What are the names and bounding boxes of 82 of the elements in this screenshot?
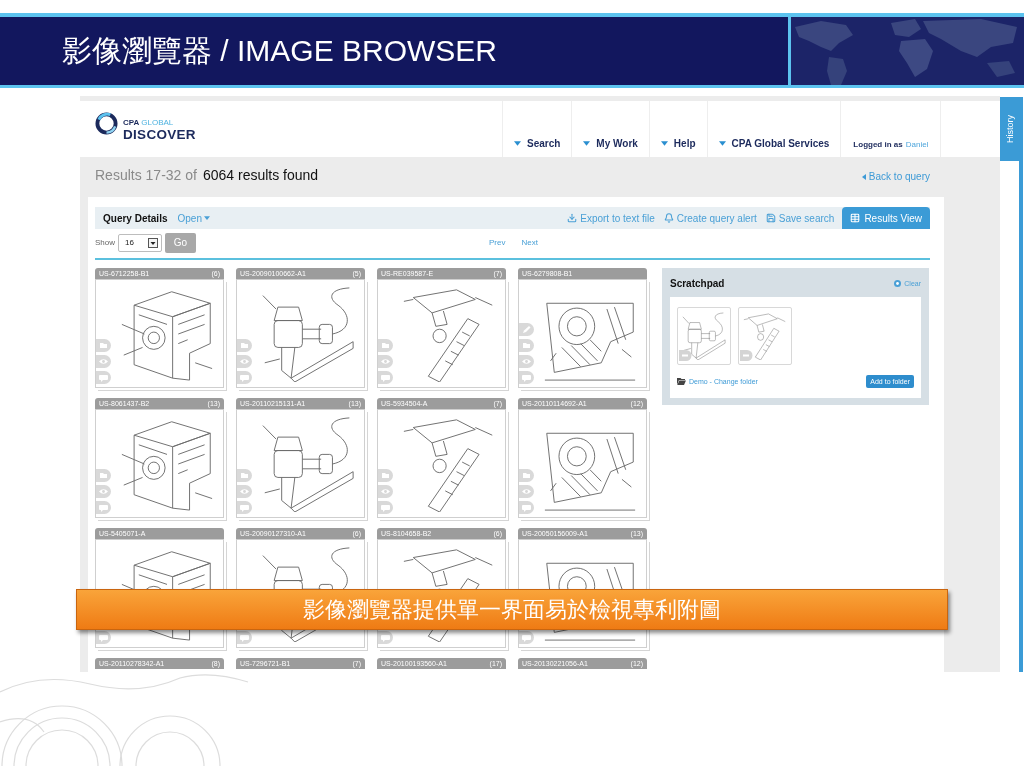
thumbnail-card[interactable] — [236, 279, 365, 388]
folder-icon[interactable] — [519, 469, 534, 482]
comment-icon[interactable] — [237, 631, 252, 644]
next-link[interactable]: Next — [521, 238, 538, 247]
open-toggle[interactable]: Open — [177, 212, 210, 224]
slide-title: 影像瀏覽器 / IMAGE BROWSER — [62, 32, 498, 69]
eye-icon[interactable] — [378, 485, 393, 498]
patent-drawing — [682, 312, 726, 360]
eye-icon[interactable] — [519, 355, 534, 368]
comment-icon[interactable] — [378, 501, 393, 514]
thumbnail-card[interactable] — [377, 409, 506, 518]
comment-icon[interactable] — [519, 371, 534, 384]
minus-icon[interactable] — [740, 350, 753, 361]
scratchpad-thumbnail[interactable] — [677, 307, 731, 365]
eye-icon[interactable] — [519, 485, 534, 498]
eye-icon[interactable] — [378, 355, 393, 368]
show-label: Show — [95, 238, 115, 247]
eye-icon[interactable] — [96, 485, 111, 498]
user-link[interactable]: Daniel — [905, 140, 929, 149]
results-range: Results 17-32 of — [95, 166, 197, 183]
comment-icon[interactable] — [237, 371, 252, 384]
query-action-link[interactable]: Save search — [765, 212, 835, 224]
back-link[interactable]: Back to query — [861, 167, 930, 182]
caret-icon — [718, 141, 726, 146]
nav-menu-item[interactable]: My Work — [571, 101, 649, 157]
comment-icon[interactable] — [96, 501, 111, 514]
nav-menu-item[interactable]: Search — [502, 101, 572, 157]
comment-icon[interactable] — [96, 371, 111, 384]
table-icon — [850, 213, 861, 223]
caption-banner: 影像瀏覽器提供單一界面易於檢視專利附圖 — [76, 589, 948, 630]
history-tab[interactable]: History — [1000, 97, 1019, 161]
folder-icon[interactable] — [519, 339, 534, 352]
comment-icon[interactable] — [519, 631, 534, 644]
minus-icon[interactable] — [679, 350, 692, 361]
thumbnail-card[interactable] — [377, 279, 506, 388]
bell-icon — [663, 213, 674, 223]
thumbnail-card[interactable] — [518, 409, 647, 518]
folder-icon[interactable] — [237, 339, 252, 352]
ring-logo-icon — [95, 112, 118, 135]
caret-icon — [148, 237, 158, 248]
comment-icon[interactable] — [237, 501, 252, 514]
folder-icon[interactable] — [237, 469, 252, 482]
query-action-link[interactable]: Export to text file — [567, 212, 655, 224]
logo-text: CPA GLOBAL — [123, 118, 175, 127]
nav-menu-item[interactable]: CPA Global Services — [706, 101, 841, 157]
comment-icon[interactable] — [96, 631, 111, 644]
comment-icon[interactable] — [519, 501, 534, 514]
logo-product-name: DISCOVER — [123, 127, 196, 142]
folder-icon[interactable] — [378, 469, 393, 482]
folder-icon[interactable] — [378, 339, 393, 352]
folder-icon — [677, 378, 686, 385]
results-total: 6064 results found — [202, 166, 319, 183]
query-action-link[interactable]: Create query alert — [663, 212, 757, 224]
thumbnail-card[interactable] — [236, 409, 365, 518]
prev-link[interactable]: Prev — [489, 238, 506, 247]
page-size-select[interactable]: 16 — [118, 233, 162, 252]
folder-icon[interactable] — [96, 339, 111, 352]
caret-icon — [861, 173, 866, 180]
query-details-title: Query Details — [103, 212, 168, 224]
caret-icon — [514, 141, 521, 146]
eye-icon[interactable] — [237, 485, 252, 498]
scratchpad-thumbnail[interactable] — [738, 307, 792, 365]
comment-icon[interactable] — [378, 371, 393, 384]
eye-icon[interactable] — [96, 355, 111, 368]
caret-icon — [203, 216, 210, 220]
pencil-icon[interactable] — [519, 323, 534, 336]
thumbnail-card[interactable] — [95, 279, 224, 388]
caret-icon — [583, 141, 591, 146]
comment-icon[interactable] — [378, 631, 393, 644]
caret-icon — [660, 141, 668, 146]
folder-icon[interactable] — [96, 469, 111, 482]
eye-icon[interactable] — [237, 355, 252, 368]
download-icon — [567, 213, 578, 223]
login-label: Logged in as — [853, 140, 903, 149]
save-icon — [765, 213, 776, 223]
patent-drawing — [743, 312, 787, 360]
thumbnail-card[interactable] — [95, 409, 224, 518]
scratchpad-title: Scratchpad — [670, 277, 725, 289]
thumbnail-card[interactable] — [518, 279, 647, 388]
results-view-tab[interactable]: Results View — [842, 207, 930, 229]
nav-menu-item[interactable]: Help — [648, 101, 707, 157]
clear-icon — [894, 279, 902, 287]
